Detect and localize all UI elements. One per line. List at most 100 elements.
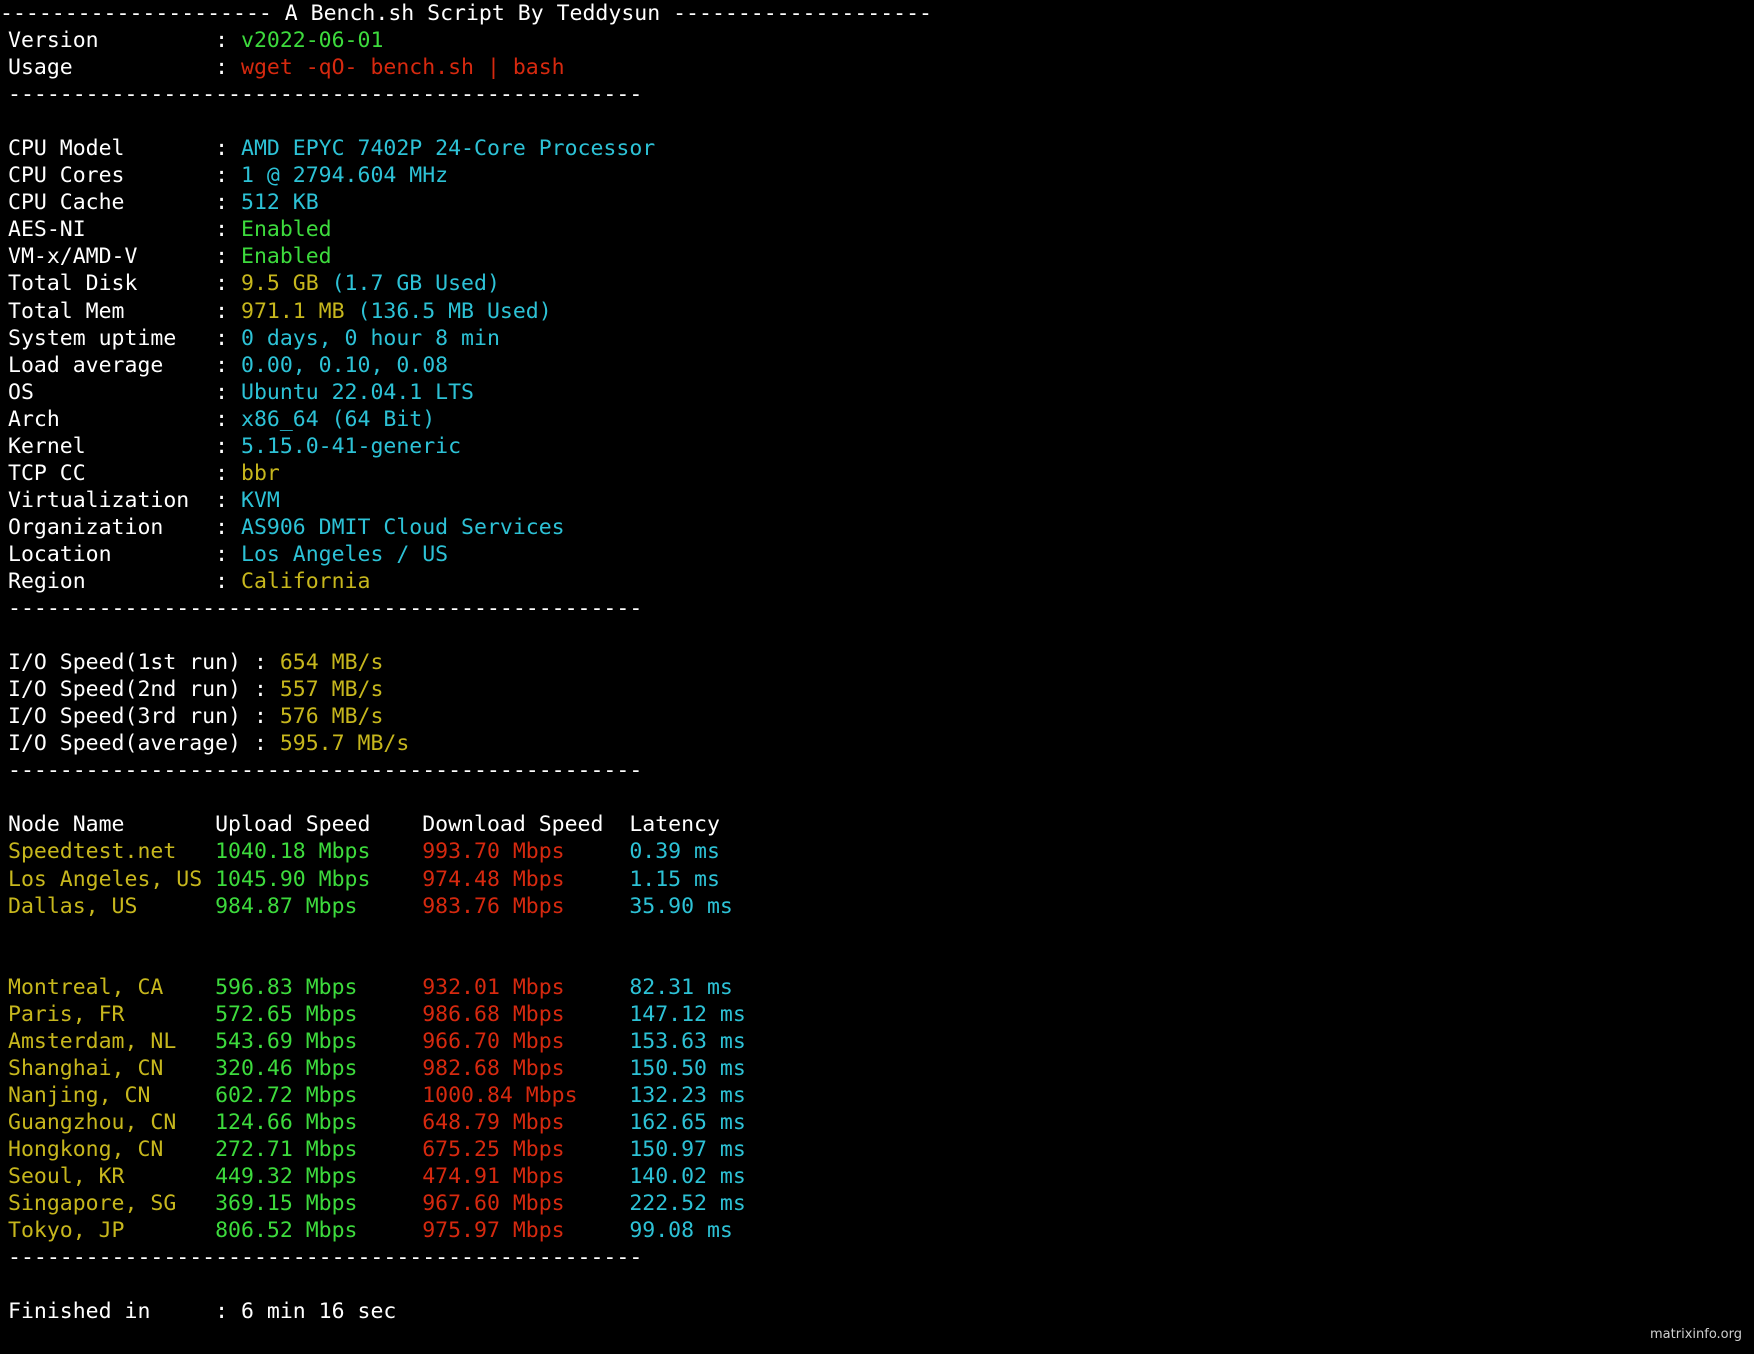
title-text: A Bench.sh Script By Teddysun <box>271 1 674 26</box>
table-row: Tokyo, JP 806.52 Mbps 975.97 Mbps 99.08 … <box>0 1217 1754 1244</box>
system-info-value: Ubuntu 22.04.1 LTS <box>241 379 474 405</box>
system-info-separator: : <box>215 190 241 216</box>
table-row: Paris, FR 572.65 Mbps 986.68 Mbps 147.12… <box>0 1001 1754 1028</box>
io-speed-value: 595.7 MB/s <box>279 731 410 757</box>
io-speed-label: I/O Speed(1st run) <box>8 650 254 676</box>
upload-speed-cell: 984.87 Mbps <box>215 893 423 919</box>
empty-cell <box>8 948 21 973</box>
header-info-row: Usage : wget -qO- bench.sh | bash <box>0 54 1754 81</box>
node-name-cell: Amsterdam, NL <box>8 1028 216 1054</box>
table-row: Guangzhou, CN 124.66 Mbps 648.79 Mbps 16… <box>0 1109 1754 1136</box>
io-speed-row: I/O Speed(1st run) : 654 MB/s <box>0 649 1754 676</box>
system-info-separator: : <box>215 433 241 459</box>
system-info-value: AMD EPYC 7402P 24-Core Processor <box>241 136 656 162</box>
system-info-label: CPU Model <box>8 136 216 162</box>
node-name-cell: Dallas, US <box>8 893 216 919</box>
script-title-bar: --------------------- A Bench.sh Script … <box>0 0 1754 27</box>
system-info-label: Virtualization <box>8 487 216 513</box>
divider-1: ----------------------------------------… <box>8 82 643 108</box>
terminal-window: --------------------- A Bench.sh Script … <box>0 0 1754 1354</box>
system-info-separator: : <box>215 298 241 324</box>
system-info-label: Total Disk <box>8 271 216 297</box>
system-info-label: AES-NI <box>8 217 216 243</box>
table-row: Dallas, US 984.87 Mbps 983.76 Mbps 35.90… <box>0 893 1754 920</box>
node-name-cell: Tokyo, JP <box>8 1218 216 1244</box>
io-speed-label: I/O Speed(3rd run) <box>8 704 254 730</box>
system-info-label: CPU Cache <box>8 190 216 216</box>
io-speed-value: 654 MB/s <box>279 650 384 676</box>
column-header-2: Upload Speed <box>215 812 423 838</box>
system-info-label: Organization <box>8 514 216 540</box>
system-info-value: California <box>241 568 371 594</box>
system-info-row: AES-NI : Enabled <box>0 216 1754 243</box>
footer-section: Finished in : 6 min 16 sec <box>0 1298 1754 1325</box>
upload-speed-cell: 1040.18 Mbps <box>215 839 423 865</box>
empty-cell <box>8 921 21 946</box>
table-row: Amsterdam, NL 543.69 Mbps 966.70 Mbps 15… <box>0 1028 1754 1055</box>
system-info-value: 0 days, 0 hour 8 min <box>241 325 500 351</box>
latency-cell: 147.12 ms <box>629 1001 785 1027</box>
system-info-separator: : <box>215 325 241 351</box>
system-info-row: Load average : 0.00, 0.10, 0.08 <box>0 352 1754 379</box>
latency-cell: 140.02 ms <box>629 1164 785 1190</box>
latency-cell: 150.50 ms <box>629 1055 785 1081</box>
node-name-cell: Singapore, SG <box>8 1191 216 1217</box>
upload-speed-cell: 320.46 Mbps <box>215 1055 423 1081</box>
download-speed-cell: 986.68 Mbps <box>422 1001 630 1027</box>
system-info-value: 9.5 GB <box>241 271 319 297</box>
system-info-row: Total Mem : 971.1 MB (136.5 MB Used) <box>0 298 1754 325</box>
system-info-separator: : <box>215 271 241 297</box>
table-row <box>0 920 1754 947</box>
node-name-cell: Shanghai, CN <box>8 1055 216 1081</box>
download-speed-cell: 675.25 Mbps <box>422 1136 630 1162</box>
latency-cell: 150.97 ms <box>629 1136 785 1162</box>
upload-speed-cell: 543.69 Mbps <box>215 1028 423 1054</box>
system-info-row: CPU Cache : 512 KB <box>0 189 1754 216</box>
table-row: Hongkong, CN 272.71 Mbps 675.25 Mbps 150… <box>0 1136 1754 1163</box>
latency-cell: 35.90 ms <box>629 893 785 919</box>
divider-3: ----------------------------------------… <box>8 758 643 784</box>
system-info-value: 5.15.0-41-generic <box>241 433 462 459</box>
header-info-label: Version <box>8 28 216 54</box>
system-info-row: Region : California <box>0 568 1754 595</box>
system-info-label: TCP CC <box>8 460 216 486</box>
table-row: Singapore, SG 369.15 Mbps 967.60 Mbps 22… <box>0 1190 1754 1217</box>
header-info-row: Version : v2022-06-01 <box>0 27 1754 54</box>
system-info-label: Total Mem <box>8 298 216 324</box>
system-info-separator: : <box>215 244 241 270</box>
table-row <box>0 947 1754 974</box>
latency-cell: 153.63 ms <box>629 1028 785 1054</box>
io-speed-separator: : <box>253 704 280 730</box>
latency-cell: 132.23 ms <box>629 1082 785 1108</box>
system-info-row: System uptime : 0 days, 0 hour 8 min <box>0 325 1754 352</box>
system-info-row: CPU Model : AMD EPYC 7402P 24-Core Proce… <box>0 135 1754 162</box>
latency-cell: 162.65 ms <box>629 1109 785 1135</box>
latency-cell: 0.39 ms <box>629 839 785 865</box>
io-speed-label: I/O Speed(2nd run) <box>8 677 254 703</box>
io-speed-row: I/O Speed(3rd run) : 576 MB/s <box>0 703 1754 730</box>
system-info-separator: : <box>215 379 241 405</box>
download-speed-cell: 983.76 Mbps <box>422 893 630 919</box>
download-speed-cell: 993.70 Mbps <box>422 839 630 865</box>
system-info-separator: : <box>215 406 241 432</box>
system-info-row: TCP CC : bbr <box>0 460 1754 487</box>
io-speed-value: 576 MB/s <box>279 704 384 730</box>
speedtest-table-header: Node Name Upload Speed Download Speed La… <box>0 811 1754 838</box>
system-info-separator: : <box>215 352 241 378</box>
system-info-label: Region <box>8 568 216 594</box>
divider-4: ----------------------------------------… <box>8 1245 643 1271</box>
table-row: Seoul, KR 449.32 Mbps 474.91 Mbps 140.02… <box>0 1163 1754 1190</box>
system-info-label: Load average <box>8 352 216 378</box>
system-info-label: VM-x/AMD-V <box>8 244 216 270</box>
system-info-separator: : <box>215 487 241 513</box>
system-info-label: System uptime <box>8 325 216 351</box>
system-info-label: Kernel <box>8 433 216 459</box>
upload-speed-cell: 369.15 Mbps <box>215 1191 423 1217</box>
system-info-value: AS906 DMIT Cloud Services <box>241 514 565 540</box>
system-info-row: Organization : AS906 DMIT Cloud Services <box>0 514 1754 541</box>
system-info-value-secondary: (136.5 MB Used) <box>344 298 552 324</box>
system-info-row: Total Disk : 9.5 GB (1.7 GB Used) <box>0 270 1754 297</box>
finished-in-value: 6 min 16 sec <box>241 1299 397 1325</box>
